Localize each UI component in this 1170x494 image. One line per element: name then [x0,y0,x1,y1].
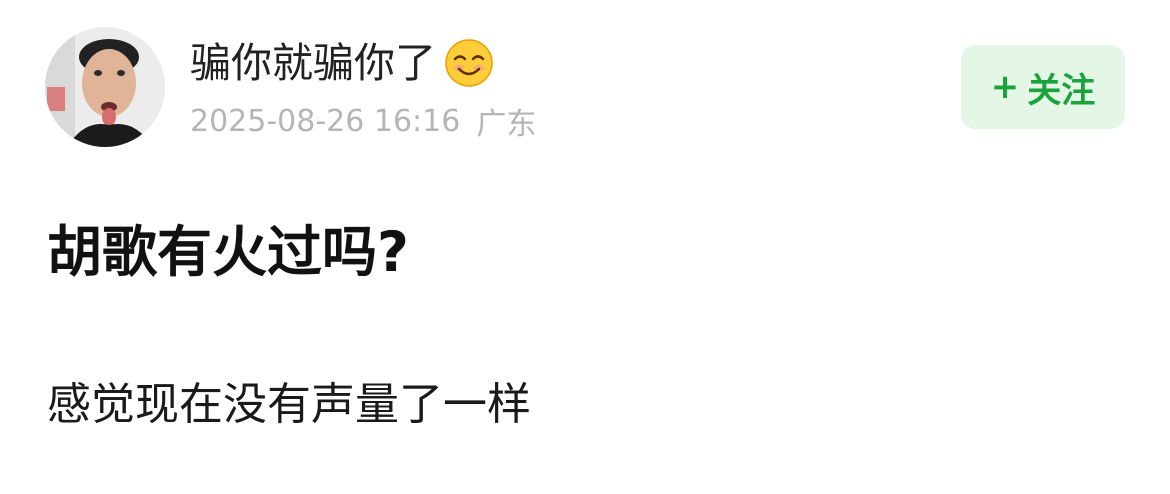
plus-icon: + [990,67,1020,107]
post-timestamp: 2025-08-26 16:16 [190,103,461,139]
smiling-face-icon [444,38,494,88]
post-location: 广东 [476,107,537,142]
author-name[interactable]: 骗你就骗你了 [190,34,436,92]
author-row: 骗你就骗你了 [190,34,494,92]
post-meta: 2025-08-26 16:16 广东 [190,100,537,143]
follow-button[interactable]: + 关注 [961,45,1125,129]
post-body: 感觉现在没有声量了一样 [47,379,531,430]
follow-label: 关注 [1027,70,1096,111]
avatar-photo [45,27,165,147]
avatar[interactable] [45,27,165,147]
post-title: 胡歌有火过吗? [47,220,409,284]
